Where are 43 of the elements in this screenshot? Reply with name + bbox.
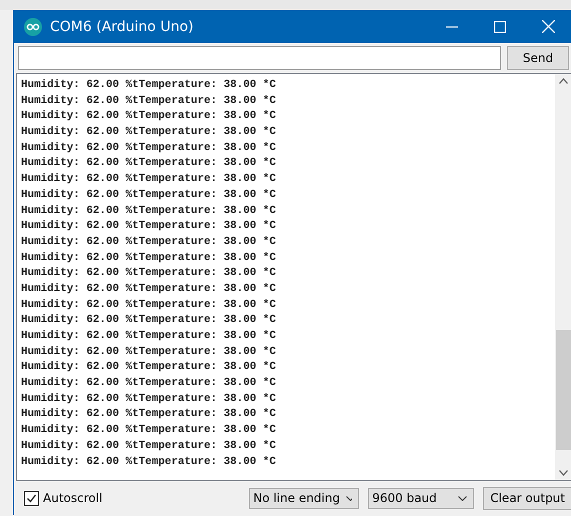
output-line: Humidity: 62.00 %tTemperature: 38.00 *C — [21, 360, 277, 376]
chevron-down-icon — [458, 496, 468, 500]
autoscroll-label: Autoscroll — [43, 491, 102, 505]
output-line: Humidity: 62.00 %tTemperature: 38.00 *C — [21, 250, 277, 266]
output-line: Humidity: 62.00 %tTemperature: 38.00 *C — [21, 313, 277, 328]
output-line: Humidity: 62.00 %tTemperature: 38.00 *C — [21, 188, 277, 203]
scrollbar[interactable] — [555, 74, 571, 480]
output-line: Humidity: 62.00 %tTemperature: 38.00 *C — [21, 94, 277, 109]
output-line: Humidity: 62.00 %tTemperature: 38.00 *C — [21, 109, 277, 124]
output-line: Humidity: 62.00 %tTemperature: 38.00 *C — [21, 344, 277, 360]
send-button[interactable]: Send — [507, 46, 569, 70]
output-line: Humidity: 62.00 %tTemperature: 38.00 *C — [21, 376, 277, 392]
output-line: Humidity: 62.00 %tTemperature: 38.00 *C — [21, 266, 277, 282]
chevron-down-icon — [346, 496, 352, 500]
output-line: Humidity: 62.00 %tTemperature: 38.00 *C — [21, 140, 277, 156]
scrollbar-thumb[interactable] — [556, 330, 571, 450]
baud-rate-dropdown[interactable]: 9600 baud — [368, 488, 474, 508]
maximize-icon — [494, 20, 506, 32]
close-icon — [542, 20, 554, 33]
output-line: Humidity: 62.00 %tTemperature: 38.00 *C — [21, 282, 277, 297]
output-line: Humidity: 62.00 %tTemperature: 38.00 *C — [21, 298, 277, 313]
window-title: COM6 (Arduino Uno) — [50, 18, 194, 34]
clear-output-button[interactable]: Clear output — [483, 486, 571, 510]
output-line: Humidity: 62.00 %tTemperature: 38.00 *C — [21, 423, 277, 438]
output-line: Humidity: 62.00 %tTemperature: 38.00 *C — [21, 78, 277, 93]
scroll-down-icon[interactable] — [559, 470, 568, 476]
line-ending-dropdown[interactable]: No line ending — [249, 488, 360, 508]
scroll-up-icon[interactable] — [559, 78, 568, 84]
output-line: Humidity: 62.00 %tTemperature: 38.00 *C — [21, 156, 277, 172]
output-line: Humidity: 62.00 %tTemperature: 38.00 *C — [21, 219, 277, 234]
output-line: Humidity: 62.00 %tTemperature: 38.00 *C — [21, 438, 277, 454]
output-line: Humidity: 62.00 %tTemperature: 38.00 *C — [21, 454, 277, 470]
output-line: Humidity: 62.00 %tTemperature: 38.00 *C — [21, 204, 277, 218]
message-input-field[interactable] — [18, 46, 501, 70]
output-line: Humidity: 62.00 %tTemperature: 38.00 *C — [21, 234, 277, 250]
check-icon — [26, 492, 37, 504]
output-line: Humidity: 62.00 %tTemperature: 38.00 *C — [21, 172, 277, 188]
infinity-logo-icon — [24, 18, 42, 36]
output-line: Humidity: 62.00 %tTemperature: 38.00 *C — [21, 392, 277, 407]
output-line: Humidity: 62.00 %tTemperature: 38.00 *C — [21, 329, 277, 344]
output-line: Humidity: 62.00 %tTemperature: 38.00 *C — [21, 407, 277, 422]
autoscroll-checkbox[interactable] — [24, 490, 39, 506]
output-line: Humidity: 62.00 %tTemperature: 38.00 *C — [21, 125, 277, 140]
